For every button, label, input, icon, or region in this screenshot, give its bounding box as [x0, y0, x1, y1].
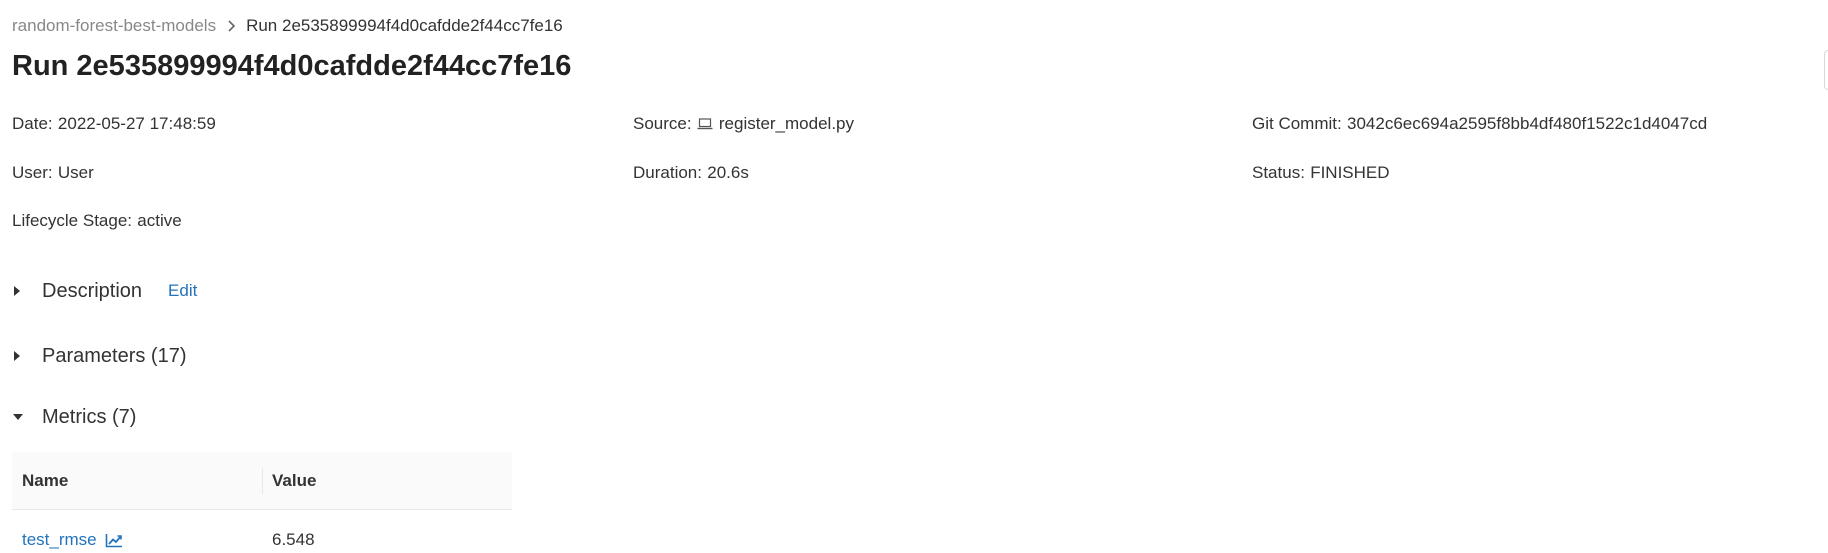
breadcrumb: random-forest-best-models Run 2e53589999…: [12, 14, 563, 38]
meta-date-value: 2022-05-27 17:48:59: [57, 114, 216, 133]
side-panel-toggle[interactable]: [1824, 50, 1828, 90]
caret-right-icon: [12, 276, 42, 306]
meta-duration: Duration: 20.6s: [633, 163, 749, 182]
metric-value-cell: 6.548: [272, 530, 315, 549]
meta-git-label: Git Commit: [1252, 114, 1337, 133]
section-description-label: Description: [42, 279, 143, 302]
metric-name-cell: test_rmse: [12, 530, 262, 550]
caret-right-icon: [12, 341, 42, 371]
meta-lifecycle-value: active: [137, 211, 182, 230]
meta-date: Date: 2022-05-27 17:48:59: [12, 114, 216, 133]
caret-down-icon: [12, 402, 42, 432]
metric-name-link[interactable]: test_rmse: [22, 530, 97, 550]
meta-status-label: Status: [1252, 163, 1301, 182]
meta-user-value: User: [57, 163, 94, 182]
chevron-right-icon: [216, 14, 246, 38]
page-title: Run 2e535899994f4d0cafdde2f44cc7fe16: [12, 50, 572, 82]
run-page: random-forest-best-models Run 2e53589999…: [0, 0, 1828, 553]
meta-user-label: User: [12, 163, 48, 182]
meta-source-label: Source: [633, 114, 687, 133]
column-header-value[interactable]: Value: [262, 452, 512, 510]
meta-source: Source: register_model.py: [633, 114, 854, 133]
section-parameters-label: Parameters (17): [42, 344, 187, 367]
metrics-table: Name Value test_rmse 6.548: [12, 452, 512, 553]
meta-status: Status: FINISHED: [1252, 163, 1390, 182]
meta-git-value: 3042c6ec694a2595f8bb4df480f1522c1d4047cd: [1347, 114, 1708, 133]
line-chart-icon[interactable]: [105, 533, 123, 548]
meta-lifecycle-label: Lifecycle Stage: [12, 211, 128, 230]
section-description[interactable]: Description Edit: [12, 276, 197, 306]
breadcrumb-experiment-link[interactable]: random-forest-best-models: [12, 16, 216, 36]
column-header-name[interactable]: Name: [12, 452, 262, 510]
breadcrumb-current: Run 2e535899994f4d0cafdde2f44cc7fe16: [246, 16, 563, 35]
meta-date-label: Date: [12, 114, 48, 133]
meta-duration-value: 20.6s: [707, 163, 749, 182]
laptop-icon: [697, 117, 713, 131]
meta-lifecycle: Lifecycle Stage: active: [12, 211, 182, 230]
meta-status-value: FINISHED: [1310, 163, 1390, 182]
section-metrics-label: Metrics (7): [42, 405, 137, 428]
meta-source-value: register_model.py: [718, 114, 854, 133]
table-row: test_rmse 6.548: [12, 510, 512, 553]
meta-git-commit: Git Commit: 3042c6ec694a2595f8bb4df480f1…: [1252, 114, 1708, 133]
section-parameters[interactable]: Parameters (17): [12, 341, 187, 371]
meta-user: User: User: [12, 163, 94, 182]
table-header: Name Value: [12, 452, 512, 510]
meta-duration-label: Duration: [633, 163, 698, 182]
edit-description-link[interactable]: Edit: [168, 281, 197, 301]
section-metrics[interactable]: Metrics (7): [12, 402, 136, 432]
